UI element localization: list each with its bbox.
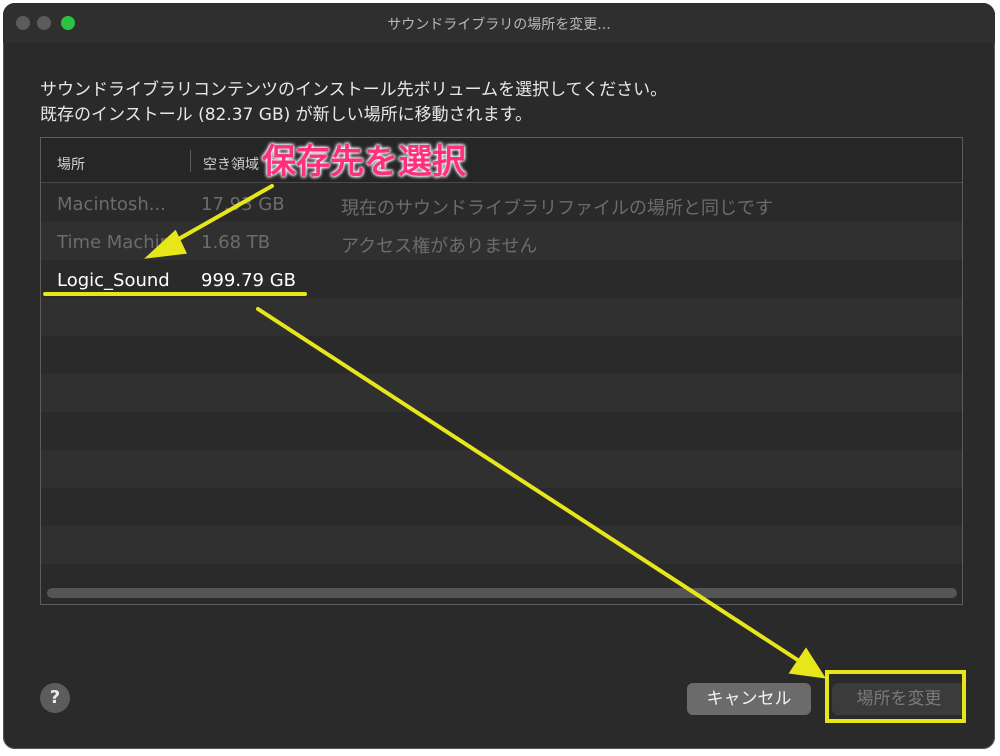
- row-stripe: [41, 450, 962, 488]
- row-location: Time Machine: [57, 232, 183, 253]
- annotation-highlight-box: [825, 670, 966, 723]
- row-stripe: [41, 526, 962, 564]
- table-header: 場所 空き領域: [41, 138, 962, 183]
- annotation-label: 保存先を選択: [262, 142, 466, 182]
- row-free-space: 999.79 GB: [201, 270, 297, 291]
- table-row: Time Machine 1.68 TB アクセス権がありません: [41, 224, 962, 262]
- title-bar: サウンドライブラリの場所を変更...: [3, 3, 995, 43]
- column-header-free-space[interactable]: 空き領域: [203, 154, 259, 174]
- dialog-window: サウンドライブラリの場所を変更... サウンドライブラリコンテンツのインストール…: [3, 3, 995, 749]
- instruction-text: サウンドライブラリコンテンツのインストール先ボリュームを選択してください。: [40, 80, 668, 100]
- move-info-text: 既存のインストール (82.37 GB) が新しい場所に移動されます。: [40, 105, 532, 125]
- row-free-space: 17.93 GB: [201, 194, 285, 215]
- annotation-underline: [43, 292, 307, 296]
- row-note: 現在のサウンドライブラリファイルの場所と同じです: [341, 198, 773, 219]
- row-location: Macintosh...: [57, 194, 166, 215]
- column-divider[interactable]: [190, 150, 191, 172]
- row-stripe: [41, 374, 962, 412]
- table-row: Macintosh... 17.93 GB 現在のサウンドライブラリファイルの場…: [41, 186, 962, 224]
- row-free-space: 1.68 TB: [201, 232, 271, 253]
- row-stripe: [41, 298, 962, 336]
- cancel-button[interactable]: キャンセル: [687, 683, 811, 715]
- window-title: サウンドライブラリの場所を変更...: [387, 17, 611, 33]
- help-button[interactable]: ?: [40, 683, 70, 713]
- row-note: アクセス権がありません: [341, 236, 538, 257]
- horizontal-scrollbar[interactable]: [47, 588, 957, 598]
- row-location: Logic_Sound: [57, 270, 170, 291]
- volume-table[interactable]: 場所 空き領域 Macintosh... 17.93 GB 現在のサウンドライブ…: [40, 137, 963, 605]
- column-header-location[interactable]: 場所: [57, 154, 85, 174]
